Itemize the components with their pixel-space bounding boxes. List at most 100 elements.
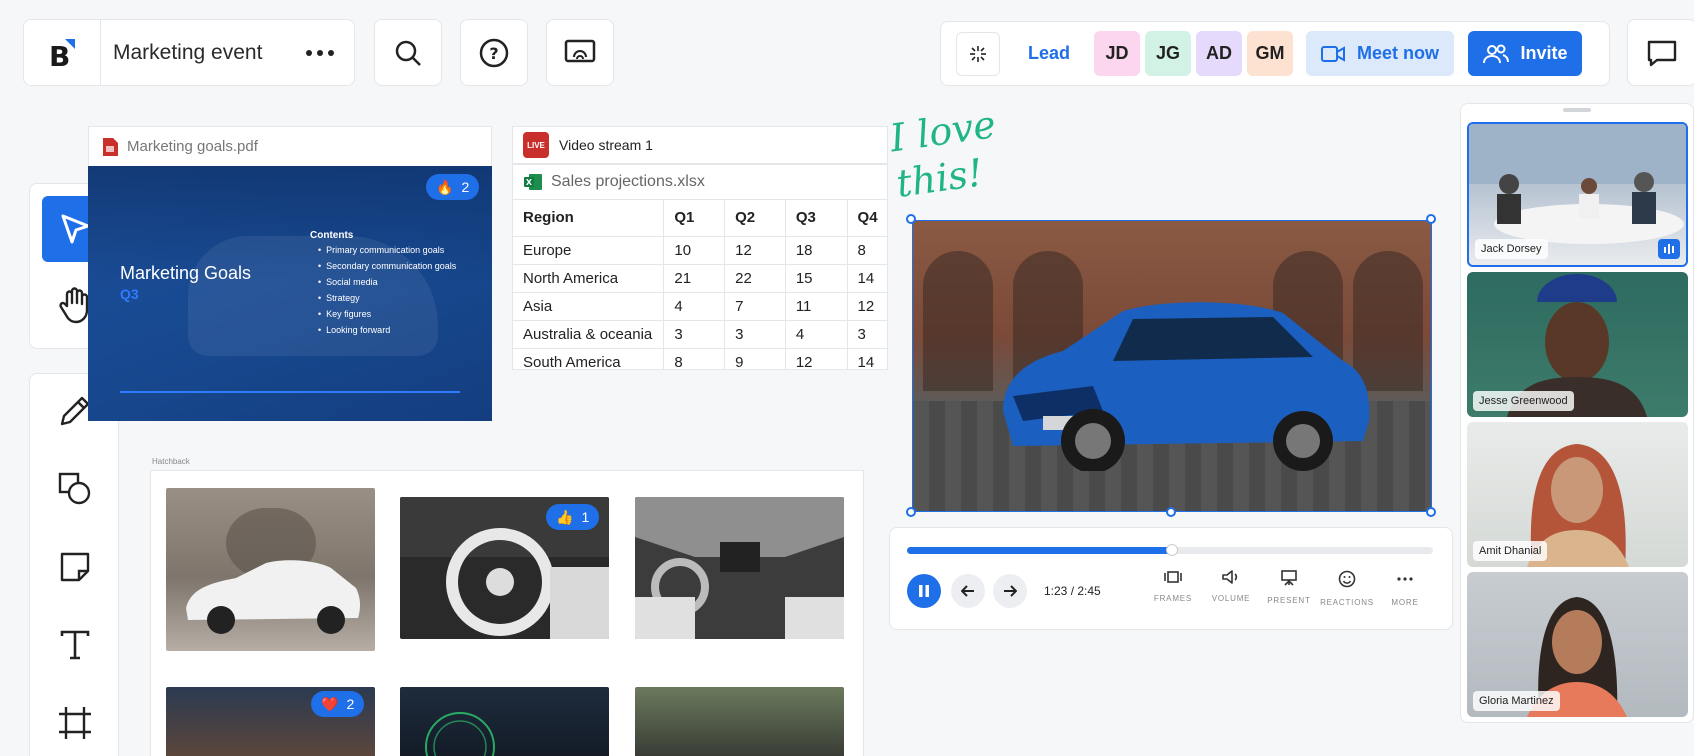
progress-bar[interactable] bbox=[907, 544, 1433, 556]
people-icon bbox=[1482, 44, 1509, 63]
collaboration-bar: Lead JD JG AD GM Meet now Invite bbox=[940, 21, 1610, 86]
progress-knob[interactable] bbox=[1165, 544, 1178, 556]
board-title[interactable]: Marketing event bbox=[113, 41, 300, 65]
table-cell: 4 bbox=[663, 292, 726, 321]
table-row: Australia & oceania 3 3 4 3 bbox=[513, 320, 887, 349]
ai-assist-button[interactable] bbox=[956, 31, 1000, 76]
table-cell: 7 bbox=[724, 292, 786, 321]
column-header: Region bbox=[513, 200, 665, 237]
video-player-controls: 1:23 / 2:45 FRAMES VOLUME PRESENT REACTI… bbox=[889, 527, 1453, 630]
cast-icon bbox=[564, 39, 596, 62]
thumbs-up-icon: 👍 bbox=[556, 508, 574, 525]
avatar-jd[interactable]: JD bbox=[1094, 31, 1141, 76]
slide-title: Marketing Goals bbox=[120, 263, 252, 283]
excel-file-icon: X bbox=[524, 174, 542, 190]
handwritten-annotation[interactable]: I love this! bbox=[887, 101, 1005, 207]
table-cell: 3 bbox=[847, 320, 887, 349]
resize-handle[interactable] bbox=[906, 214, 916, 224]
avatar-jg[interactable]: JG bbox=[1145, 31, 1192, 76]
sticky-note-tool-button[interactable] bbox=[42, 534, 108, 600]
spreadsheet-card[interactable]: X Sales projections.xlsx Region Q1 Q2 Q3… bbox=[512, 164, 888, 370]
hatchback-gallery: 👍 1 ❤️ 2 bbox=[150, 470, 864, 756]
more-dots-icon bbox=[1397, 577, 1413, 581]
like-reaction-badge[interactable]: 👍 1 bbox=[546, 504, 600, 530]
present-control[interactable]: PRESENT bbox=[1260, 570, 1318, 607]
blue-hatchback-car bbox=[1003, 302, 1370, 471]
chat-bubble-icon bbox=[1647, 40, 1677, 66]
frames-label: FRAMES bbox=[1153, 594, 1193, 603]
frames-control[interactable]: FRAMES bbox=[1144, 570, 1202, 607]
gallery-image-forest-view[interactable] bbox=[635, 687, 844, 756]
arrow-left-icon bbox=[961, 585, 974, 597]
more-control[interactable]: MORE bbox=[1376, 570, 1434, 607]
help-button[interactable]: ? bbox=[460, 19, 528, 86]
fire-reaction-badge[interactable]: 🔥 2 bbox=[426, 174, 480, 200]
text-tool-button[interactable] bbox=[42, 612, 108, 678]
frame-icon bbox=[59, 707, 91, 739]
table-cell: 15 bbox=[785, 264, 848, 293]
video-stream-header[interactable]: LIVE Video stream 1 bbox=[512, 126, 888, 164]
frame-tool-button[interactable] bbox=[42, 690, 108, 756]
table-cell: North America bbox=[513, 264, 665, 293]
contents-item: Looking forward bbox=[318, 325, 456, 335]
slide-contents: Contents Primary communication goals Sec… bbox=[310, 230, 456, 341]
panel-drag-handle[interactable] bbox=[1563, 108, 1591, 112]
pause-button[interactable] bbox=[907, 574, 941, 608]
search-button[interactable] bbox=[374, 19, 442, 86]
hand-icon bbox=[59, 287, 89, 324]
table-cell: 9 bbox=[724, 348, 786, 369]
resize-handle[interactable] bbox=[1426, 214, 1436, 224]
pdf-slide[interactable]: Marketing Goals Q3 Contents Primary comm… bbox=[88, 166, 492, 421]
gallery-image-digital-wheel[interactable] bbox=[400, 687, 609, 756]
avatar-gm[interactable]: GM bbox=[1247, 31, 1294, 76]
cursor-icon bbox=[61, 214, 90, 244]
gallery-image-white-hatchback[interactable] bbox=[166, 488, 375, 651]
pdf-header[interactable]: Marketing goals.pdf bbox=[88, 126, 492, 166]
svg-text:X: X bbox=[526, 178, 533, 187]
video-stream-title: Video stream 1 bbox=[559, 137, 653, 153]
resize-handle[interactable] bbox=[1426, 507, 1436, 517]
participant-tile[interactable]: Jesse Greenwood bbox=[1467, 272, 1688, 417]
sales-table: Region Q1 Q2 Q3 Q4 Europe 10 12 18 8 Nor… bbox=[513, 200, 887, 369]
pdf-file-name: Marketing goals.pdf bbox=[127, 138, 258, 155]
app-logo[interactable]: B bbox=[34, 36, 90, 70]
volume-control[interactable]: VOLUME bbox=[1202, 570, 1260, 607]
participant-tile[interactable]: Jack Dorsey bbox=[1467, 122, 1688, 267]
slide-subtitle: Q3 bbox=[120, 286, 139, 302]
meet-now-button[interactable]: Meet now bbox=[1306, 31, 1455, 76]
table-cell: 12 bbox=[785, 348, 848, 369]
spreadsheet-header: X Sales projections.xlsx bbox=[513, 165, 887, 200]
gallery-image-dashboard[interactable] bbox=[635, 497, 844, 639]
screen-cast-button[interactable] bbox=[546, 19, 614, 86]
invite-button[interactable]: Invite bbox=[1468, 31, 1583, 76]
table-cell: 3 bbox=[663, 320, 726, 349]
lead-button[interactable]: Lead bbox=[1028, 43, 1070, 64]
svg-text:?: ? bbox=[489, 44, 498, 63]
table-header-row: Region Q1 Q2 Q3 Q4 bbox=[513, 200, 887, 237]
resize-handle[interactable] bbox=[906, 507, 916, 517]
avatar-ad[interactable]: AD bbox=[1196, 31, 1243, 76]
next-button[interactable] bbox=[993, 574, 1027, 608]
reactions-control[interactable]: REACTIONS bbox=[1318, 570, 1376, 607]
heart-reaction-count: 2 bbox=[346, 696, 355, 712]
car-video-frame[interactable] bbox=[912, 220, 1432, 512]
search-icon bbox=[395, 40, 421, 66]
previous-button[interactable] bbox=[951, 574, 985, 608]
participant-tile[interactable]: Gloria Martinez bbox=[1467, 572, 1688, 717]
table-cell: 21 bbox=[663, 264, 726, 293]
table-cell: South America bbox=[513, 348, 665, 369]
reactions-label: REACTIONS bbox=[1320, 598, 1374, 607]
divider bbox=[100, 19, 101, 86]
shapes-tool-button[interactable] bbox=[42, 456, 108, 522]
more-options-icon[interactable] bbox=[300, 38, 340, 68]
participant-tile[interactable]: Amit Dhanial bbox=[1467, 422, 1688, 567]
pencil-icon bbox=[60, 396, 90, 426]
frames-icon bbox=[1164, 571, 1182, 583]
resize-handle[interactable] bbox=[1166, 507, 1176, 517]
invite-label: Invite bbox=[1520, 43, 1568, 63]
white-car-drawing bbox=[186, 508, 361, 634]
heart-reaction-badge[interactable]: ❤️ 2 bbox=[311, 691, 365, 717]
chat-button[interactable] bbox=[1627, 19, 1694, 86]
fire-reaction-count: 2 bbox=[461, 179, 470, 195]
table-cell: 11 bbox=[785, 292, 848, 321]
